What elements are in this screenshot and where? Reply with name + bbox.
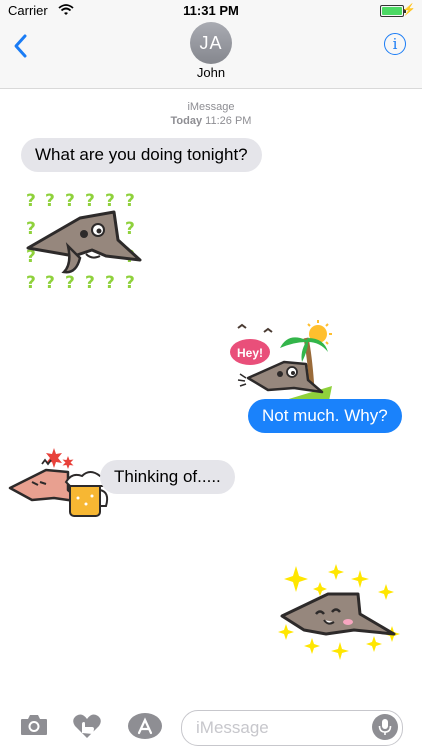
svg-text:?: ?: [85, 191, 95, 211]
microphone-icon[interactable]: [372, 714, 398, 740]
timestamp: Today 11:26 PM: [0, 115, 422, 127]
question-marks-creature-sticker[interactable]: ?????? ?? ?? ??????: [22, 190, 146, 294]
sticker-hey-text: Hey!: [237, 346, 263, 360]
svg-text:?: ?: [26, 219, 36, 239]
svg-text:?: ?: [85, 273, 95, 293]
status-bar: Carrier 11:31 PM ⚡: [0, 0, 422, 22]
service-label: iMessage: [187, 101, 235, 113]
digital-touch-icon[interactable]: [72, 713, 102, 744]
timestamp-day: Today: [170, 115, 203, 127]
back-chevron-icon[interactable]: [10, 32, 32, 60]
svg-text:?: ?: [65, 191, 75, 211]
avatar[interactable]: JA: [190, 22, 232, 64]
svg-text:?: ?: [26, 191, 36, 211]
incoming-message[interactable]: What are you doing tonight?: [21, 138, 262, 172]
sparkles-creature-sticker[interactable]: [276, 560, 402, 664]
conversation-header: JA John i: [0, 22, 422, 89]
beach-hey-creature-sticker[interactable]: Hey!: [228, 318, 340, 410]
beer-creature-sticker[interactable]: [6, 442, 114, 524]
app-store-icon[interactable]: [128, 713, 162, 744]
incoming-message[interactable]: Thinking of.....: [100, 460, 235, 494]
message-input[interactable]: [194, 711, 368, 745]
svg-text:?: ?: [65, 273, 75, 293]
message-input-field[interactable]: [181, 710, 403, 746]
svg-text:?: ?: [45, 191, 55, 211]
info-icon[interactable]: i: [384, 33, 406, 55]
battery-icon: [380, 5, 406, 17]
camera-icon[interactable]: [19, 713, 49, 742]
timestamp-time: 11:26 PM: [205, 115, 252, 127]
charging-icon: ⚡: [402, 4, 416, 16]
svg-text:?: ?: [26, 273, 36, 293]
outgoing-message[interactable]: Not much. Why?: [248, 399, 402, 433]
svg-text:?: ?: [125, 219, 135, 239]
contact-name[interactable]: John: [0, 65, 422, 80]
svg-text:?: ?: [105, 273, 115, 293]
svg-text:?: ?: [125, 191, 135, 211]
message-composer-bar: [0, 700, 422, 750]
svg-text:?: ?: [125, 273, 135, 293]
svg-text:?: ?: [105, 191, 115, 211]
clock: 11:31 PM: [183, 3, 239, 18]
svg-text:?: ?: [45, 273, 55, 293]
